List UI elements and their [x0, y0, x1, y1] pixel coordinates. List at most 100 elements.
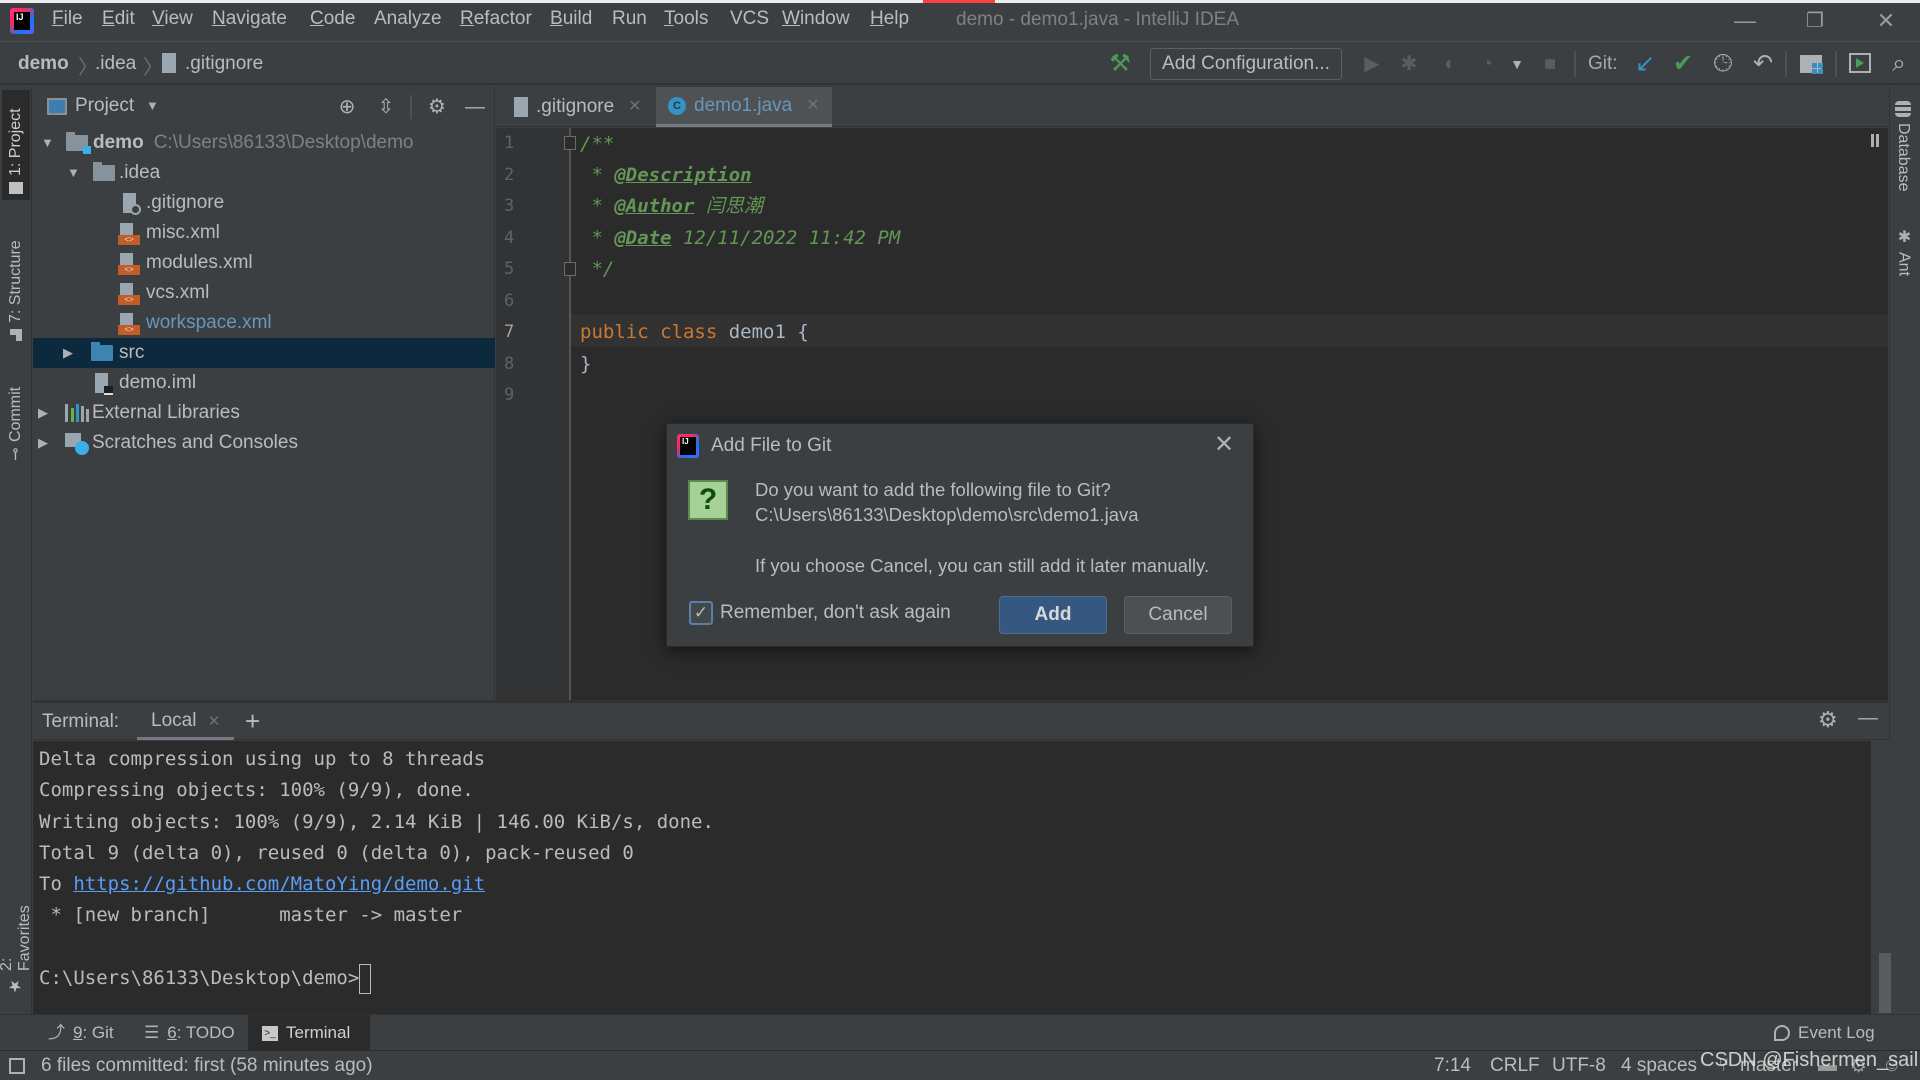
inspection-pause-icon[interactable]	[1871, 134, 1874, 147]
tool-button-event-log[interactable]: Event Log	[1760, 1015, 1889, 1051]
caret-position[interactable]: 7:14	[1434, 1055, 1471, 1077]
add-button[interactable]: Add	[999, 596, 1107, 634]
git-update-icon[interactable]: ↙	[1630, 49, 1660, 79]
tool-tab-structure[interactable]: 7: Structure	[2, 227, 30, 347]
menu-edit[interactable]: Edit	[102, 8, 135, 30]
tool-tab-favorites[interactable]: ★ 2: Favorites	[0, 887, 33, 1002]
tool-button-todo[interactable]: ☰ 6: TODO	[130, 1015, 249, 1051]
terminal-prompt[interactable]: C:\Users\86133\Desktop\demo>	[39, 963, 372, 994]
menu-file[interactable]: File	[52, 8, 83, 30]
menu-navigate[interactable]: Navigate	[212, 8, 287, 30]
menu-refactor[interactable]: Refactor	[460, 8, 532, 30]
status-message[interactable]: 6 files committed: first (58 minutes ago…	[41, 1055, 373, 1077]
ignore-file-icon	[121, 193, 141, 215]
chevron-down-icon[interactable]: ▼	[146, 98, 159, 113]
tree-item-demo-iml[interactable]: demo.iml	[33, 368, 495, 398]
terminal-scrollbar[interactable]	[1871, 741, 1891, 1014]
run-icon[interactable]: ▶	[1357, 49, 1387, 79]
menu-window[interactable]: Window	[782, 8, 850, 30]
project-view-selector[interactable]: Project	[75, 95, 134, 117]
git-rollback-icon[interactable]: ↶	[1748, 49, 1778, 79]
line-separator[interactable]: CRLF	[1490, 1055, 1540, 1077]
locate-file-icon[interactable]: ⊕	[333, 93, 361, 121]
menu-build[interactable]: Build	[550, 8, 592, 30]
new-terminal-tab-icon[interactable]: +	[245, 706, 260, 737]
tree-item-workspace-xml[interactable]: <> workspace.xml	[33, 308, 495, 338]
remote-url-link[interactable]: https://github.com/MatoYing/demo.git	[73, 873, 485, 895]
toolbar-separator	[1785, 51, 1787, 77]
breadcrumb-idea[interactable]: .idea	[95, 53, 136, 75]
gear-icon[interactable]: ⚙	[1818, 707, 1838, 733]
debug-icon[interactable]: ✱	[1394, 49, 1424, 79]
git-history-icon[interactable]: 🕒︎	[1708, 49, 1738, 79]
code-line-7: public class demo1 {	[580, 321, 809, 343]
tool-tab-ant[interactable]: ✱ Ant	[1894, 227, 1913, 276]
tool-button-git[interactable]: ⤴ 9: Git	[34, 1015, 128, 1051]
close-tab-icon[interactable]: ✕	[208, 713, 221, 730]
stop-icon[interactable]: ■	[1535, 49, 1565, 79]
tab-gitignore[interactable]: .gitignore ✕	[502, 87, 654, 127]
tree-item-misc-xml[interactable]: <> misc.xml	[33, 218, 495, 248]
collapsed-arrow-icon[interactable]: ▶	[63, 338, 77, 368]
collapse-all-icon[interactable]: ⇳	[372, 93, 400, 121]
gear-icon[interactable]: ⚙	[423, 93, 451, 121]
close-window-button[interactable]: ✕	[1866, 6, 1906, 36]
search-everywhere-icon[interactable]: ⌕	[1884, 49, 1914, 79]
tree-item-src[interactable]: ▶ src	[33, 338, 495, 368]
terminal-tab-local[interactable]: Local ✕	[137, 703, 235, 740]
indent-setting[interactable]: 4 spaces	[1621, 1055, 1697, 1077]
run-anything-icon[interactable]	[1849, 53, 1871, 73]
gutter-divider	[569, 128, 571, 700]
expand-arrow-icon[interactable]: ▼	[67, 158, 81, 188]
terminal-output[interactable]: Delta compression using up to 8 threads …	[33, 741, 1891, 1014]
remember-checkbox[interactable]: ✓	[689, 601, 713, 625]
terminal-line: * [new branch] master -> master	[39, 904, 463, 926]
file-encoding[interactable]: UTF-8	[1552, 1055, 1606, 1077]
restore-button[interactable]: ❐	[1795, 6, 1835, 36]
scrollbar-thumb[interactable]	[1879, 953, 1891, 1013]
hide-panel-icon[interactable]: —	[1858, 707, 1878, 730]
toggle-tool-windows-icon[interactable]	[9, 1058, 25, 1074]
minimize-button[interactable]: —	[1725, 6, 1765, 36]
intellij-logo-icon[interactable]: IJ	[10, 8, 34, 34]
profile-icon[interactable]: ◔	[1472, 49, 1502, 79]
git-commit-icon[interactable]: ✔	[1668, 49, 1698, 79]
menu-view[interactable]: View	[152, 8, 193, 30]
cancel-button[interactable]: Cancel	[1124, 596, 1232, 634]
tool-tab-project[interactable]: 1: Project	[2, 90, 30, 200]
fold-marker-icon[interactable]	[564, 136, 576, 150]
tree-item-idea[interactable]: ▼ .idea	[33, 158, 495, 188]
tree-item-vcs-xml[interactable]: <> vcs.xml	[33, 278, 495, 308]
breadcrumb-demo[interactable]: demo	[18, 53, 69, 75]
tree-item-demo[interactable]: ▼ demo C:\Users\86133\Desktop\demo	[33, 128, 495, 158]
add-configuration-button[interactable]: Add Configuration...	[1150, 48, 1342, 80]
tab-demo1-java[interactable]: C demo1.java ✕	[656, 87, 832, 127]
expand-arrow-icon[interactable]: ▼	[41, 128, 55, 158]
menu-vcs[interactable]: VCS	[730, 8, 769, 30]
menu-tools[interactable]: Tools	[664, 8, 708, 30]
close-icon[interactable]: ✕	[1207, 430, 1241, 460]
run-with-coverage-icon[interactable]: ◖	[1433, 49, 1463, 79]
menu-run[interactable]: Run	[612, 8, 647, 30]
project-structure-icon[interactable]	[1800, 55, 1823, 74]
tool-tab-database[interactable]: Database	[1894, 101, 1912, 192]
close-tab-icon[interactable]: ✕	[806, 86, 819, 126]
close-tab-icon[interactable]: ✕	[628, 87, 641, 127]
menu-help[interactable]: Help	[870, 8, 909, 30]
tree-item-external-libraries[interactable]: ▶ External Libraries	[33, 398, 495, 428]
fold-marker-icon[interactable]	[564, 262, 576, 276]
hide-panel-icon[interactable]: —	[461, 93, 489, 121]
menu-analyze[interactable]: Analyze	[374, 8, 442, 30]
breadcrumb-gitignore[interactable]: .gitignore	[185, 53, 263, 75]
tool-button-terminal[interactable]: >_ Terminal	[248, 1015, 370, 1051]
tree-item-gitignore[interactable]: .gitignore	[33, 188, 495, 218]
tree-item-scratches[interactable]: ▶ Scratches and Consoles	[33, 428, 495, 458]
collapsed-arrow-icon[interactable]: ▶	[38, 428, 52, 458]
build-hammer-icon[interactable]: ⚒	[1105, 49, 1135, 79]
collapsed-arrow-icon[interactable]: ▶	[38, 398, 52, 428]
tree-item-modules-xml[interactable]: <> modules.xml	[33, 248, 495, 278]
remember-checkbox-label[interactable]: Remember, don't ask again	[720, 602, 951, 624]
tool-tab-commit[interactable]: ⊸ Commit	[2, 372, 30, 467]
menu-code[interactable]: Code	[310, 8, 355, 30]
profile-dropdown-icon[interactable]: ▼	[1502, 49, 1532, 79]
